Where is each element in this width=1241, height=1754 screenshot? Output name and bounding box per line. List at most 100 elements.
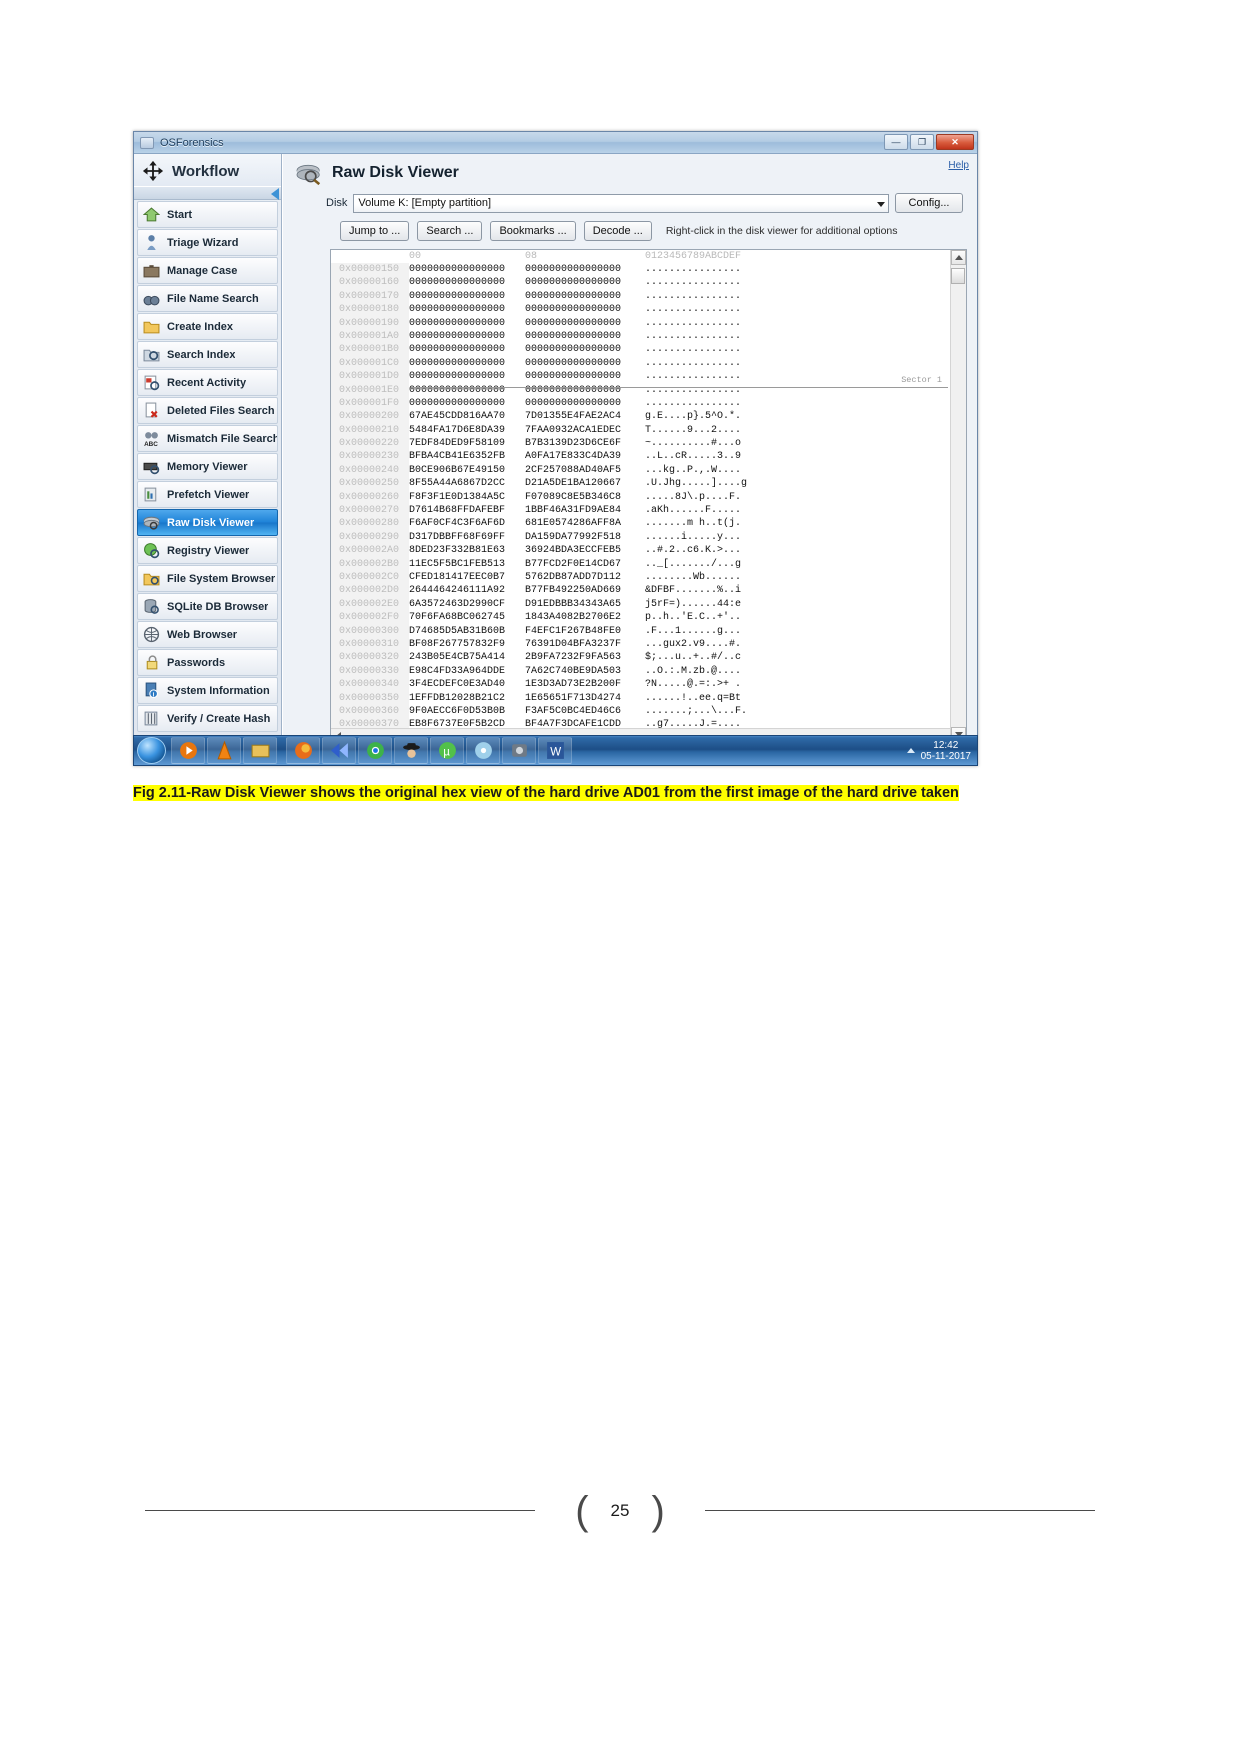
utorrent-icon[interactable]: µ [430,737,464,764]
minimize-button[interactable]: — [884,134,908,150]
media-player-icon[interactable] [171,737,205,764]
hex-viewer[interactable]: 00 08 0123456789ABCDEF 0x00000150 0000000… [330,249,967,743]
hex-row[interactable]: 0x00000170 0000000000000000 00000000000000… [331,289,950,304]
hex-row-bytes-low: 1EFFDB12028B21C2 [409,692,506,704]
hex-row[interactable]: 0x00000350 1EFFDB12028B21C2 1E65651F713D42… [331,691,950,705]
maximize-button[interactable]: ❐ [910,134,934,150]
hex-row[interactable]: 0x00000250 8F55A44A6867D2CC D21A5DE1BA1206… [331,477,950,491]
hex-row-bytes-low: BFBA4CB41E6352FB [409,451,506,463]
bookmarks-button[interactable]: Bookmarks ... [490,221,576,241]
hex-row-ascii: ................ [645,344,742,356]
disk-dropdown[interactable]: Volume K: [Empty partition] [353,193,889,213]
vertical-scrollbar[interactable] [950,250,966,742]
close-button[interactable]: ✕ [936,134,974,150]
hex-row[interactable]: 0x000001F0 0000000000000000 00000000000000… [331,396,950,411]
sidebar-item-create-index[interactable]: Create Index [137,313,278,340]
firefox-icon[interactable] [286,737,320,764]
hex-row[interactable]: 0x00000300 D74685D5AB31B60B F4EFC1F267B48F… [331,624,950,638]
hex-row[interactable]: 0x00000280 F6AF0CF4C3F6AF6D 681E0574286AFF… [331,517,950,531]
hex-row[interactable]: 0x00000210 5484FA17D6E8DA39 7FAA0932ACA1ED… [331,423,950,438]
footer-rule-left [145,1510,535,1511]
hex-row[interactable]: 0x00000240 B0CE906B67E49150 2CF257088AD40A… [331,463,950,478]
sidebar-item-manage-case[interactable]: Manage Case [137,257,278,284]
hex-row[interactable]: 0x000002E0 6A3572463D2990CF D91EDBBB34343A… [331,597,950,612]
hex-row[interactable]: 0x00000230 BFBA4CB41E6352FB A0FA17E833C4DA… [331,450,950,464]
hex-row[interactable]: 0x000001D0 0000000000000000 00000000000000… [331,370,950,384]
hex-row[interactable]: 0x00000330 E98C4FD33A964DDE 7A62C740BE9DA5… [331,664,950,679]
sidebar-item-label: System Information [167,684,270,697]
sidebar-item-file-system-browser[interactable]: File System Browser [137,565,278,592]
hex-row[interactable]: 0x00000270 D7614B68FFDAFEBF 1BBF46A31FD9AE… [331,504,950,518]
sidebar-item-sqlite-db-browser[interactable]: SQLite DB Browser [137,593,278,620]
hex-row[interactable]: 0x00000310 BF08F267757832F9 76391D04BFA323… [331,637,950,652]
hex-row[interactable]: 0x000001B0 0000000000000000 00000000000000… [331,343,950,357]
hex-row[interactable]: 0x000002C0 CFED181417EEC0B7 5762DB87ADD7D1… [331,570,950,585]
scrollbar-thumb[interactable] [951,268,965,284]
sidebar-item-mismatch-file-search[interactable]: ABC Mismatch File Search [137,425,278,452]
hex-row-bytes-high: A0FA17E833C4DA39 [525,451,622,463]
sidebar-item-file-name-search[interactable]: File Name Search [137,285,278,312]
hex-row[interactable]: 0x00000370 EB8F6737E0F5B2CD BF4A7F3DCAFE1C… [331,718,950,728]
osforensics-icon[interactable] [502,737,536,764]
hex-row[interactable]: 0x000002D0 2644464246111A92 B77FB492250AD6… [331,584,950,598]
hex-row[interactable]: 0x000001C0 0000000000000000 00000000000000… [331,356,950,371]
taskbar-clock[interactable]: 12:42 05-11-2017 [921,740,971,762]
hex-row[interactable]: 0x000001E0 0000000000000000 00000000000000… [331,383,950,397]
scroll-up-icon[interactable] [951,250,966,265]
sidebar-item-registry-viewer[interactable]: Registry Viewer [137,537,278,564]
disc-burner-icon[interactable] [466,737,500,764]
search-button[interactable]: Search ... [417,221,483,241]
hex-row-address: 0x000002E0 [331,597,409,612]
hex-row-bytes-low: 0000000000000000 [409,357,506,369]
hacker-icon[interactable] [394,737,428,764]
sidebar-item-system-information[interactable]: i System Information [137,677,278,704]
hex-row[interactable]: 0x00000260 F8F3F1E0D1384A5C F07089C8E5B346… [331,490,950,505]
vlc-icon[interactable] [207,737,241,764]
hex-row[interactable]: 0x000002B0 11EC5F5BC1FEB513 B77FCD2F0E14CD… [331,557,950,571]
help-link[interactable]: Help [948,160,969,171]
hex-row[interactable]: 0x00000320 243B05E4CB75A414 2B9FA7232F9FA5… [331,651,950,665]
hex-row-address: 0x00000190 [331,316,409,330]
hex-row[interactable]: 0x000002F0 70F6FA68BC062745 1843A4082B2706… [331,611,950,625]
sidebar-item-search-index[interactable]: Search Index [137,341,278,368]
hex-row[interactable]: 0x00000360 9F0AECC6F0D53B0B F3AF5C0BC4ED46… [331,704,950,719]
hex-row-bytes-low: 8DED23F332B81E63 [409,545,506,557]
sidebar-item-prefetch-viewer[interactable]: Prefetch Viewer [137,481,278,508]
hex-row-address: 0x00000320 [331,651,409,665]
sidebar-item-triage-wizard[interactable]: Triage Wizard [137,229,278,256]
wizard-icon [147,235,156,250]
hex-row-address: 0x000002B0 [331,557,409,571]
config-button[interactable]: Config... [895,193,963,213]
hex-row[interactable]: 0x00000220 7EDF84DED9F58109 B7B3139D23D6CE… [331,437,950,451]
hex-row[interactable]: 0x00000150 0000000000000000 00000000000000… [331,263,950,277]
sidebar-item-deleted-files-search[interactable]: Deleted Files Search [137,397,278,424]
jump-to-button[interactable]: Jump to ... [340,221,410,241]
disk-selector-row: Disk Volume K: [Empty partition] Config.… [283,187,977,213]
hex-row[interactable]: 0x00000190 0000000000000000 00000000000000… [331,316,950,330]
hex-row[interactable]: 0x000001A0 0000000000000000 00000000000000… [331,329,950,344]
sidebar-item-web-browser[interactable]: Web Browser [137,621,278,648]
sidebar-item-recent-activity[interactable]: Recent Activity [137,369,278,396]
hex-row-bytes-low: 70F6FA68BC062745 [409,612,506,624]
sidebar-item-start[interactable]: Start [137,201,278,228]
sidebar-item-passwords[interactable]: Passwords [137,649,278,676]
hex-row-bytes-high: 0000000000000000 [525,277,622,289]
hex-row[interactable]: 0x00000160 0000000000000000 00000000000000… [331,276,950,290]
hex-row[interactable]: 0x00000290 D317DBBFF68F69FF DA159DA77992F5… [331,530,950,545]
sidebar-collapse-bar[interactable] [134,186,281,200]
word-icon[interactable]: W [538,737,572,764]
tray-expand-icon[interactable] [906,748,915,753]
hex-row[interactable]: 0x00000340 3F4ECDEFC0E3AD40 1E3D3AD73E2B20… [331,678,950,692]
sidebar-item-raw-disk-viewer[interactable]: Raw Disk Viewer [137,509,278,536]
media-center-icon[interactable] [322,737,356,764]
sidebar-item-memory-viewer[interactable]: Memory Viewer [137,453,278,480]
decode-button[interactable]: Decode ... [583,221,652,241]
hex-row-address: 0x000001C0 [331,356,409,371]
hex-row[interactable]: 0x000002A0 8DED23F332B81E63 36924BDA3ECCFE… [331,544,950,558]
file-explorer-icon[interactable] [243,737,277,764]
hex-row[interactable]: 0x00000200 67AE45CDD816AA70 7D01355E4FAE2A… [331,410,950,424]
chrome-icon[interactable] [358,737,392,764]
sidebar-item-verify-create-hash[interactable]: Verify / Create Hash [137,705,278,732]
start-orb-icon[interactable] [137,737,166,764]
hex-row[interactable]: 0x00000180 0000000000000000 00000000000000… [331,303,950,317]
